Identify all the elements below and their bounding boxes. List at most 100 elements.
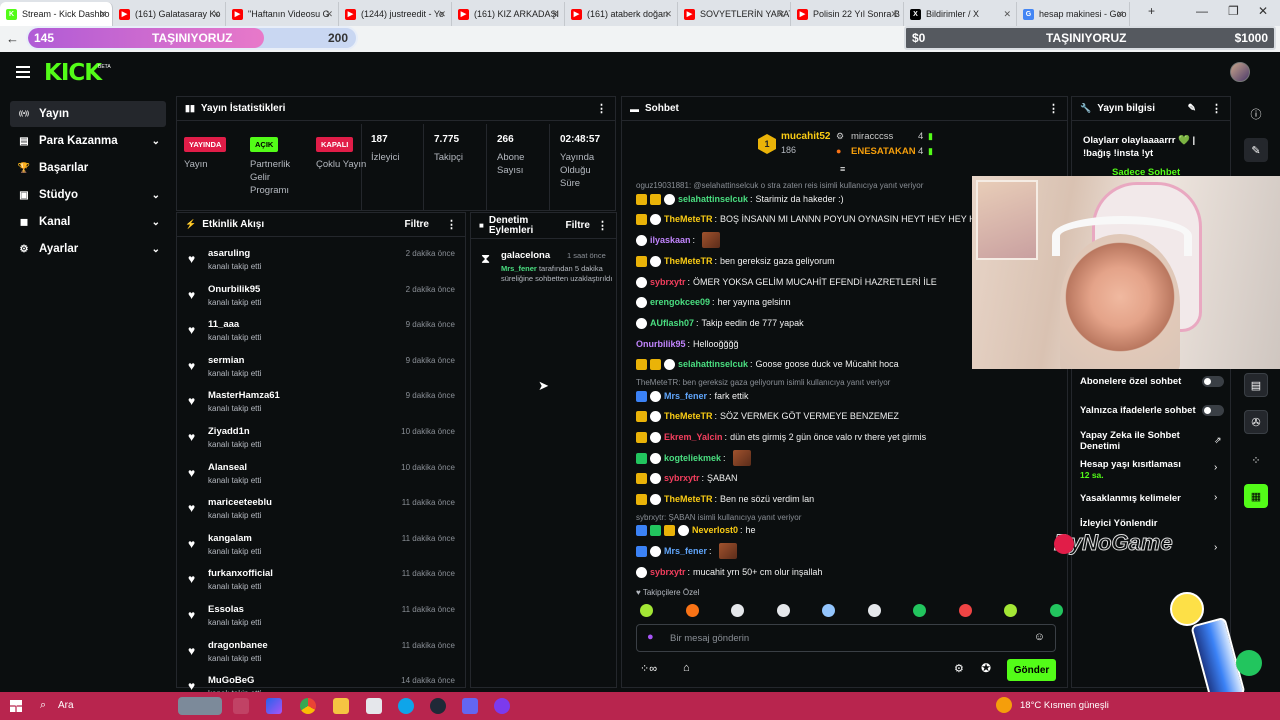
chat-username[interactable]: Onurbilik95 [636,339,686,349]
event-username[interactable]: 11_aaa [208,319,239,330]
emote-icon[interactable] [822,604,835,617]
event-username[interactable]: mariceeteeblu [208,497,272,508]
emoji-icon[interactable]: ☺ [1034,631,1045,643]
emote-icon[interactable] [731,604,744,617]
gifter2-name[interactable]: miracccss [851,131,893,142]
sidebar-item-başarılar[interactable]: 🏆 Başarılar [10,155,166,181]
browser-tab[interactable]: ▶ (1244) justreedit - Yo ✕ [339,2,452,26]
search-highlight[interactable] [178,697,222,715]
edit-icon[interactable]: ✎ [1188,103,1196,114]
option-label[interactable]: Yalnızca ifadelerle sohbet [1080,405,1196,416]
list-item[interactable]: ♥ Alanseal kanalı takip etti 10 dakika önce [186,462,461,496]
task-view-icon[interactable] [233,698,249,714]
event-username[interactable]: Onurbilik95 [208,284,260,295]
chevron-right-icon[interactable]: › [1214,542,1217,553]
file-explorer-icon[interactable] [333,698,349,714]
event-username[interactable]: Essolas [208,604,244,615]
ai-moderation-label[interactable]: Yapay Zeka ile Sohbet Denetimi [1080,430,1200,452]
sidebar-item-stüdyo[interactable]: ▣ Stüdyo ⌄ [10,182,166,208]
store-app-icon[interactable] [366,698,382,714]
emote-icon[interactable] [867,604,881,617]
browser-tab[interactable]: ▶ (161) Galatasaray Ko ✕ [113,2,226,26]
sidebar-item-kanal[interactable]: ◼ Kanal ⌄ [10,209,166,235]
sidebar-item-yayın[interactable]: ((•)) Yayın [10,101,166,127]
browser-tab[interactable]: X Bildirimler / X ✕ [904,2,1017,26]
event-username[interactable]: dragonbanee [208,640,268,651]
windows-start-icon[interactable] [10,700,22,712]
expand-icon[interactable]: ≡ [840,164,845,174]
emote-icon[interactable] [913,604,926,617]
activity-menu-icon[interactable]: ⋮ [446,218,457,231]
browser-tab[interactable]: ▶ (161) KIZ ARKADAŞI ✕ [452,2,565,26]
chat-username[interactable]: TheMeteTR [664,411,713,421]
obs-icon[interactable] [430,698,446,714]
store-icon[interactable]: ⌂ [683,662,690,674]
search-icon[interactable]: ⌕ [40,699,46,712]
option-toggle[interactable] [1202,405,1224,416]
event-username[interactable]: MasterHamza61 [208,390,280,401]
moderation-filter-button[interactable]: Filtre [566,220,590,231]
list-item[interactable]: ♥ MasterHamza61 kanalı takip etti 9 dakika … [186,390,461,424]
chat-username[interactable]: sybrxytr [664,473,700,483]
tab-close-icon[interactable]: ✕ [212,9,220,20]
chat-username[interactable]: TheMeteTR [664,214,713,224]
taskbar-search-label[interactable]: Ara [58,700,74,711]
new-tab-button[interactable]: + [1148,4,1155,18]
emote-icon[interactable] [776,604,790,617]
list-item[interactable]: ♥ sermian kanalı takip etti 9 dakika önce [186,355,461,389]
app-icon[interactable] [462,698,478,714]
chat-username[interactable]: ilyaskaan [650,235,691,245]
kick-logo[interactable]: KICK [44,60,102,86]
tab-close-icon[interactable]: ✕ [325,9,333,20]
chat-username[interactable]: Ekrem_Yalcin [664,432,723,442]
mod-action-by[interactable]: Mrs_fener [501,264,537,273]
tab-close-icon[interactable]: ✕ [777,9,785,20]
event-username[interactable]: furkanxofficial [208,568,273,579]
top-gifter-name[interactable]: mucahit52 [781,131,830,142]
option-label[interactable]: Abonelere özel sohbet [1080,376,1181,387]
tab-close-icon[interactable]: ✕ [664,9,672,20]
microphone-icon[interactable]: ● [647,631,654,643]
tools-icon[interactable]: ✇ [1244,410,1268,434]
chat-username[interactable]: sybrxytr [650,277,686,287]
maximize-icon[interactable]: ❐ [1228,4,1239,18]
list-item[interactable]: ♥ 11_aaa kanalı takip etti 9 dakika önce [186,319,461,353]
list-item[interactable]: ♥ asaruling kanalı takip etti 2 dakika önce [186,248,461,282]
avatar[interactable] [1230,62,1250,82]
list-item[interactable]: ♥ Ziyadd1n kanalı takip etti 10 dakika önce [186,426,461,460]
chat-username[interactable]: selahattinselcuk [678,359,748,369]
share-icon[interactable]: ⁘ [1244,448,1268,472]
sidebar-item-ayarlar[interactable]: ⚙ Ayarlar ⌄ [10,236,166,262]
emote-icon[interactable] [958,604,972,617]
settings-icon[interactable]: ⚙ [954,662,964,675]
browser-tab[interactable]: K Stream - Kick Dashbo ✕ [0,2,113,26]
chat-username[interactable]: kogteliekmek [664,453,721,463]
chevron-right-icon[interactable]: › [1214,492,1217,503]
list-item[interactable]: ♥ furkanxofficial kanalı takip etti 11 daki… [186,568,461,602]
mod-tools-icon[interactable]: ✪ [981,661,991,675]
event-username[interactable]: kangalam [208,533,252,544]
gifter3-name[interactable]: ENESATAKAN [851,146,916,157]
copilot-icon[interactable] [266,698,282,714]
chat-username[interactable]: TheMeteTR [664,494,713,504]
list-item[interactable]: ♥ Essolas kanalı takip etti 11 dakika önce [186,604,461,638]
chevron-right-icon[interactable]: › [1214,462,1217,473]
viewer-redirect-label[interactable]: İzleyici Yönlendir [1080,518,1157,529]
emote-icon[interactable] [640,604,653,617]
banned-words-label[interactable]: Yasaklanmış kelimeler [1080,493,1181,504]
tab-close-icon[interactable]: ✕ [1116,9,1124,20]
browser-tab[interactable]: ▶ (161) ataberk doğan ✕ [565,2,678,26]
pencil-icon[interactable]: ✎ [1244,138,1268,162]
list-item[interactable]: ♥ Onurbilik95 kanalı takip etti 2 dakika ön… [186,284,461,318]
list-item[interactable]: ♥ dragonbanee kanalı takip etti 11 dakika ö… [186,640,461,674]
option-toggle[interactable] [1202,376,1224,387]
emote-icon[interactable] [1004,604,1017,617]
stats-menu-icon[interactable]: ⋮ [596,102,607,115]
browser-tab[interactable]: ▶ SOVYETLERİN YARAT ✕ [678,2,791,26]
chat-username[interactable]: AUflash07 [650,318,694,328]
list-item[interactable]: ♥ kangalam kanalı takip etti 11 dakika önce [186,533,461,567]
tab-close-icon[interactable]: ✕ [890,9,898,20]
clapper-icon[interactable]: ▦ [1244,484,1268,508]
close-icon[interactable]: ✕ [1258,4,1268,18]
browser-tab[interactable]: ▶ "Haftanın Videosu G ✕ [226,2,339,26]
